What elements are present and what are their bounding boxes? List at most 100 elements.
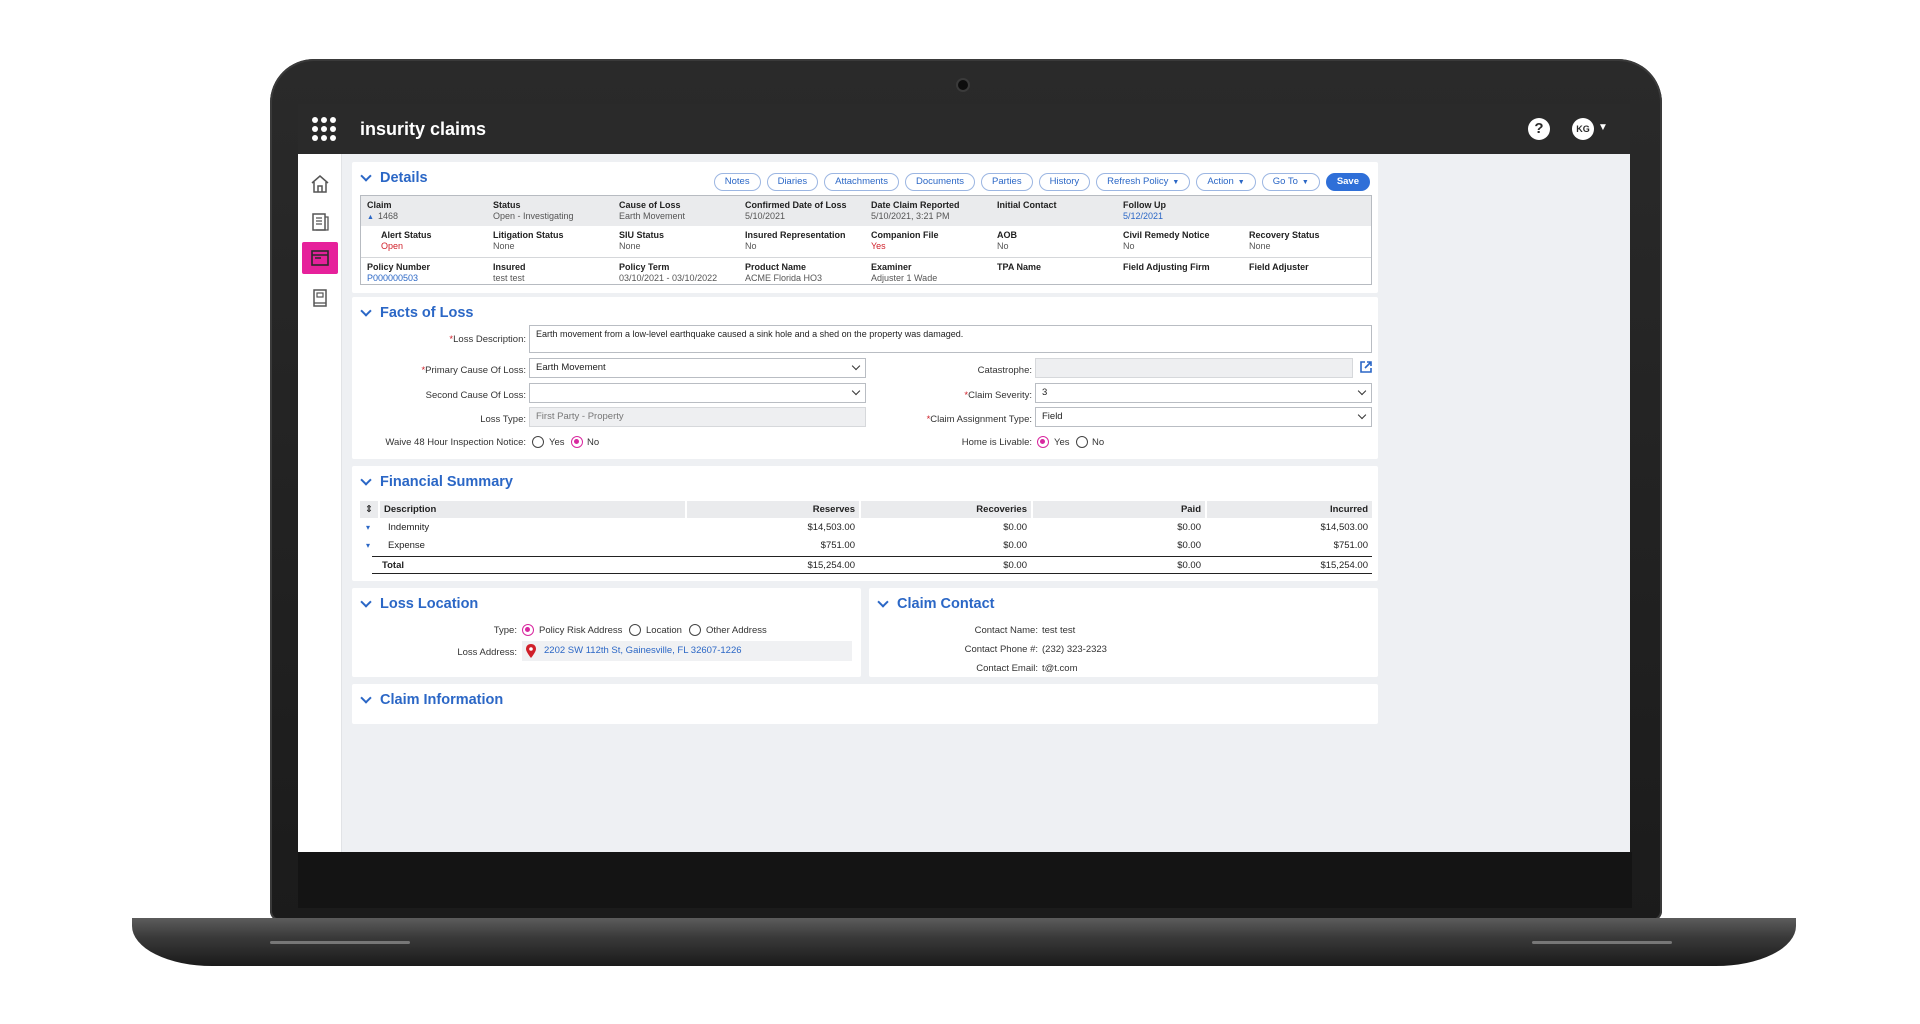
waive-yes-label: Yes <box>549 437 565 448</box>
col-incurred[interactable]: Incurred <box>1207 501 1372 518</box>
table-row[interactable]: ▾ Indemnity $14,503.00 $0.00 $0.00 $14,5… <box>360 519 1372 537</box>
claim-severity-label-text: Claim Severity: <box>968 390 1032 401</box>
claim-severity-value: 3 <box>1042 387 1048 398</box>
parties-button[interactable]: Parties <box>981 173 1033 191</box>
external-link-icon[interactable] <box>1359 360 1373 379</box>
field-adjuster-label: Field Adjuster <box>1249 262 1309 272</box>
expand-row-icon[interactable]: ▾ <box>362 537 376 555</box>
insured-value: test test <box>493 273 525 283</box>
contact-name-label: Contact Name: <box>974 625 1038 636</box>
app-screen: insurity claims ? KG ▼ Details Notes Dia… <box>298 104 1630 852</box>
livable-yes-label: Yes <box>1054 437 1070 448</box>
primary-cause-select[interactable]: Earth Movement <box>529 358 866 378</box>
claim-information-title: Claim Information <box>380 692 504 708</box>
chevron-down-icon[interactable] <box>360 596 372 608</box>
chevron-down-icon[interactable] <box>360 692 372 704</box>
follow-up-link[interactable]: 5/12/2021 <box>1123 211 1253 222</box>
claim-folder-icon[interactable] <box>302 242 338 274</box>
facts-title: Facts of Loss <box>380 305 474 321</box>
civil-remedy-value: No <box>1123 241 1135 251</box>
chevron-down-icon[interactable] <box>360 170 372 182</box>
location-radio[interactable] <box>629 624 641 636</box>
chevron-down-icon <box>1357 386 1367 396</box>
ledger-icon[interactable] <box>302 280 338 316</box>
documents-button[interactable]: Documents <box>904 173 976 191</box>
reported-value: 5/10/2021, 3:21 PM <box>871 211 950 221</box>
row-recoveries: $0.00 <box>1003 540 1027 551</box>
row-paid: $0.00 <box>1177 540 1201 551</box>
main-content: Details Notes Diaries Attachments Docume… <box>352 154 1622 852</box>
expand-row-icon[interactable]: ▾ <box>362 519 376 537</box>
policy-number-label: Policy Number <box>367 262 431 272</box>
waive-no-radio[interactable] <box>571 436 583 448</box>
col-description[interactable]: Description <box>380 501 685 518</box>
app-title: insurity claims <box>360 118 487 139</box>
location-label: Location <box>646 625 682 636</box>
initial-contact-cell: Initial Contact <box>997 200 1127 211</box>
policy-term-cell: Policy Term 03/10/2021 - 03/10/2022 <box>619 262 749 284</box>
policy-risk-address-radio[interactable] <box>522 624 534 636</box>
financial-table-header: ⇕ Description Reserves Recoveries Paid I… <box>360 501 1372 518</box>
col-reserves[interactable]: Reserves <box>687 501 859 518</box>
chevron-down-icon[interactable] <box>360 305 372 317</box>
examiner-label: Examiner <box>871 262 912 272</box>
chevron-down-icon: ▼ <box>1237 179 1245 186</box>
document-icon[interactable] <box>302 204 338 240</box>
primary-cause-label: *Primary Cause Of Loss: <box>421 365 526 376</box>
siu-cell: SIU Status None <box>619 230 749 252</box>
loss-address-link[interactable]: 2202 SW 112th St, Gainesville, FL 32607-… <box>544 645 742 656</box>
chevron-down-icon[interactable]: ▼ <box>1598 122 1608 133</box>
litigation-cell: Litigation Status None <box>493 230 623 252</box>
assignment-type-select[interactable]: Field <box>1035 407 1372 427</box>
loss-description-textarea[interactable]: Earth movement from a low-level earthqua… <box>529 325 1372 353</box>
assignment-type-value: Field <box>1042 411 1063 422</box>
insured-label: Insured <box>493 262 526 272</box>
loss-location-header[interactable]: Loss Location <box>360 596 478 612</box>
table-row[interactable]: ▾ Expense $751.00 $0.00 $0.00 $751.00 <box>360 537 1372 555</box>
action-button[interactable]: Action ▼ <box>1196 173 1256 191</box>
waive-yes-radio[interactable] <box>532 436 544 448</box>
chevron-up-icon[interactable]: ▲ <box>367 214 374 221</box>
col-paid[interactable]: Paid <box>1033 501 1205 518</box>
row-paid: $0.00 <box>1177 522 1201 533</box>
adjusting-firm-label: Field Adjusting Firm <box>1123 262 1210 272</box>
recovery-label: Recovery Status <box>1249 230 1320 240</box>
companion-cell: Companion File Yes <box>871 230 1001 252</box>
go-to-button[interactable]: Go To ▼ <box>1261 173 1320 191</box>
row-description: Indemnity <box>388 522 430 533</box>
home-icon[interactable] <box>302 166 338 202</box>
financial-header[interactable]: Financial Summary <box>360 474 513 490</box>
history-button[interactable]: History <box>1038 173 1091 191</box>
refresh-policy-button[interactable]: Refresh Policy ▼ <box>1096 173 1191 191</box>
chevron-down-icon[interactable] <box>877 596 889 608</box>
claim-severity-select[interactable]: 3 <box>1035 383 1372 403</box>
help-icon[interactable]: ? <box>1528 118 1550 140</box>
chevron-down-icon[interactable] <box>360 474 372 486</box>
other-address-radio[interactable] <box>689 624 701 636</box>
expand-all-icon[interactable]: ⇕ <box>360 501 378 518</box>
col-recoveries[interactable]: Recoveries <box>861 501 1031 518</box>
representation-label: Insured Representation <box>745 230 846 240</box>
attachments-button[interactable]: Attachments <box>824 173 899 191</box>
notes-button[interactable]: Notes <box>713 173 761 191</box>
total-row: Total $15,254.00 $0.00 $0.00 $15,254.00 <box>372 556 1372 574</box>
product-value: ACME Florida HO3 <box>745 273 823 283</box>
total-recoveries: $0.00 <box>1003 560 1027 571</box>
alert-value: Open <box>381 241 404 251</box>
facts-header[interactable]: Facts of Loss <box>360 305 473 321</box>
loss-date-label: Confirmed Date of Loss <box>745 200 847 210</box>
claim-contact-header[interactable]: Claim Contact <box>877 596 995 612</box>
avatar[interactable]: KG <box>1572 118 1594 140</box>
livable-no-radio[interactable] <box>1076 436 1088 448</box>
diaries-button[interactable]: Diaries <box>766 173 819 191</box>
second-cause-select[interactable] <box>529 383 866 403</box>
save-button[interactable]: Save <box>1325 173 1370 191</box>
app-launcher-icon[interactable] <box>312 117 336 141</box>
policy-number-link[interactable]: P000000503 <box>367 273 497 284</box>
product-cell: Product Name ACME Florida HO3 <box>745 262 875 284</box>
livable-yes-radio[interactable] <box>1037 436 1049 448</box>
claim-information-header[interactable]: Claim Information <box>360 692 503 708</box>
second-cause-label: Second Cause Of Loss: <box>425 390 526 401</box>
details-panel: Details Notes Diaries Attachments Docume… <box>352 162 1378 293</box>
details-header[interactable]: Details <box>360 170 428 186</box>
